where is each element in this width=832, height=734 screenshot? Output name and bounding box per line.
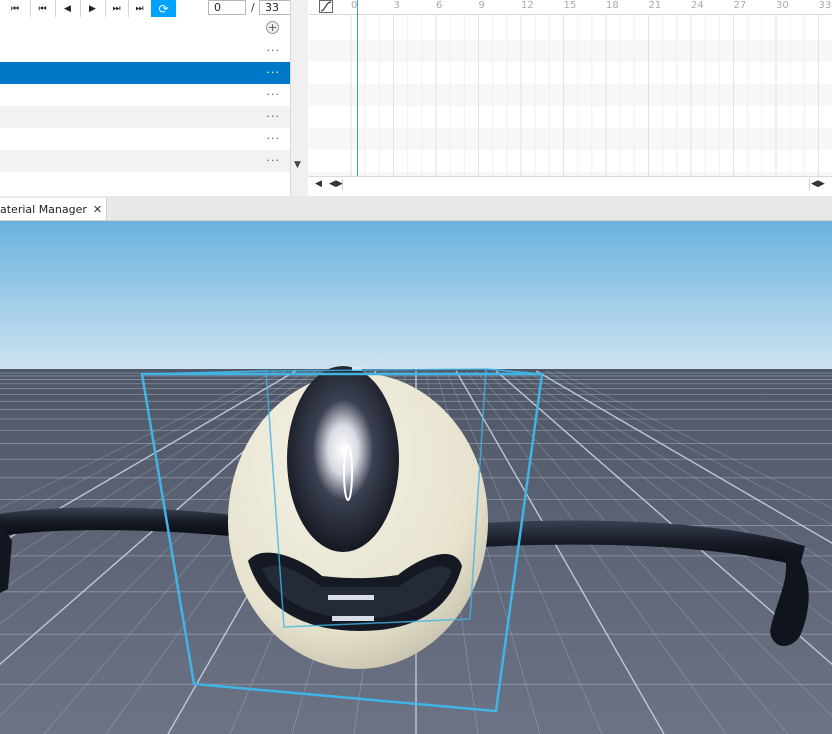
more-options-icon[interactable]: ··· [267, 132, 281, 145]
next-keyframe-icon: ⏭ [112, 3, 121, 14]
curve-editor-button[interactable] [319, 0, 333, 13]
close-icon[interactable]: ✕ [93, 203, 102, 216]
previous-keyframe-icon: ⏮ [38, 3, 47, 14]
timeline-row [309, 40, 832, 62]
skip-to-end-button[interactable]: ⏭ [128, 0, 152, 17]
scroll-down-icon[interactable]: ▼ [294, 160, 301, 170]
more-options-icon[interactable]: ··· [267, 88, 281, 101]
tab-bar: aterial Manager ✕ [0, 196, 832, 221]
3d-viewport[interactable] [0, 221, 832, 734]
timeline-tick-label: 33 [818, 0, 832, 11]
playback-toolbar: ⏮ ⏮ ◀ ▶ ⏭ ⏭ ⟳ 0 / 33 [0, 0, 299, 18]
play-icon: ▶ [89, 3, 96, 14]
track-row[interactable]: ··· [0, 150, 290, 172]
skip-to-start-button[interactable]: ⏮ [0, 0, 31, 17]
timeline-tick-label: 6 [436, 0, 443, 11]
more-options-icon[interactable]: ··· [267, 154, 281, 167]
animation-editor: ⏮ ⏮ ◀ ▶ ⏭ ⏭ ⟳ 0 / 33 ··· ··· ··· ··· ···… [0, 0, 832, 196]
track-row[interactable] [0, 18, 290, 40]
track-row[interactable]: ··· [0, 84, 290, 106]
track-row-selected[interactable]: ··· [0, 62, 290, 84]
timeline-row [309, 62, 832, 84]
timeline-tick-label: 3 [393, 0, 400, 11]
play-button[interactable]: ▶ [80, 0, 106, 17]
plus-icon: + [267, 21, 278, 34]
next-keyframe-button[interactable]: ⏭ [105, 0, 129, 17]
more-options-icon[interactable]: ··· [267, 66, 281, 79]
current-frame-input[interactable]: 0 [208, 0, 246, 15]
scrollbar-track[interactable] [342, 179, 810, 190]
more-options-icon[interactable]: ··· [267, 110, 281, 123]
track-list: ··· ··· ··· ··· ··· ··· [0, 18, 290, 174]
step-back-icon: ◀ [64, 3, 71, 14]
more-options-icon[interactable]: ··· [267, 44, 281, 57]
tab-material-manager[interactable]: aterial Manager ✕ [0, 198, 107, 220]
timeline-tick-label: 9 [478, 0, 485, 11]
loop-icon: ⟳ [158, 1, 169, 16]
loop-toggle-button[interactable]: ⟳ [151, 0, 176, 17]
timeline-grid [309, 0, 832, 176]
frame-separator: / [251, 1, 255, 14]
timeline-tick-label: 21 [648, 0, 662, 11]
zoom-handle-left-icon[interactable]: ◀▶ [329, 179, 343, 189]
timeline-row [309, 84, 832, 106]
timeline-tick-label: 18 [606, 0, 619, 11]
timeline-tick-label: 12 [521, 0, 534, 11]
timeline-scrollbar[interactable]: ◀ ◀▶ ◀▶ [309, 176, 832, 194]
timeline-tick-label: 30 [776, 0, 789, 11]
timeline-ruler[interactable]: 0 3 6 9 12 15 18 21 24 27 30 33 [309, 0, 832, 15]
skip-to-start-icon: ⏮ [10, 3, 20, 14]
track-row[interactable]: ··· [0, 40, 290, 62]
timeline-tick-label: 27 [733, 0, 747, 11]
timeline-row [309, 106, 832, 128]
timeline-row [309, 18, 832, 40]
zoom-handle-right-icon[interactable]: ◀▶ [811, 179, 825, 189]
timeline-tick-label: 15 [563, 0, 577, 11]
curve-icon [320, 1, 332, 12]
skip-to-end-icon: ⏭ [135, 3, 144, 14]
track-row[interactable]: ··· [0, 106, 290, 128]
playhead[interactable] [357, 0, 358, 176]
step-back-button[interactable]: ◀ [55, 0, 81, 17]
track-row[interactable]: ··· [0, 128, 290, 150]
timeline-tick-label: 24 [691, 0, 704, 11]
add-track-button[interactable]: + [266, 21, 279, 34]
scroll-left-icon[interactable]: ◀ [315, 179, 322, 189]
timeline-row [309, 150, 832, 172]
tab-label: aterial Manager [0, 202, 87, 216]
timeline[interactable]: 0 3 6 9 12 15 18 21 24 27 30 33 [309, 0, 832, 176]
track-list-scrollbar[interactable]: ▼ [290, 0, 308, 196]
timeline-row [309, 128, 832, 150]
previous-keyframe-button[interactable]: ⏮ [30, 0, 56, 17]
